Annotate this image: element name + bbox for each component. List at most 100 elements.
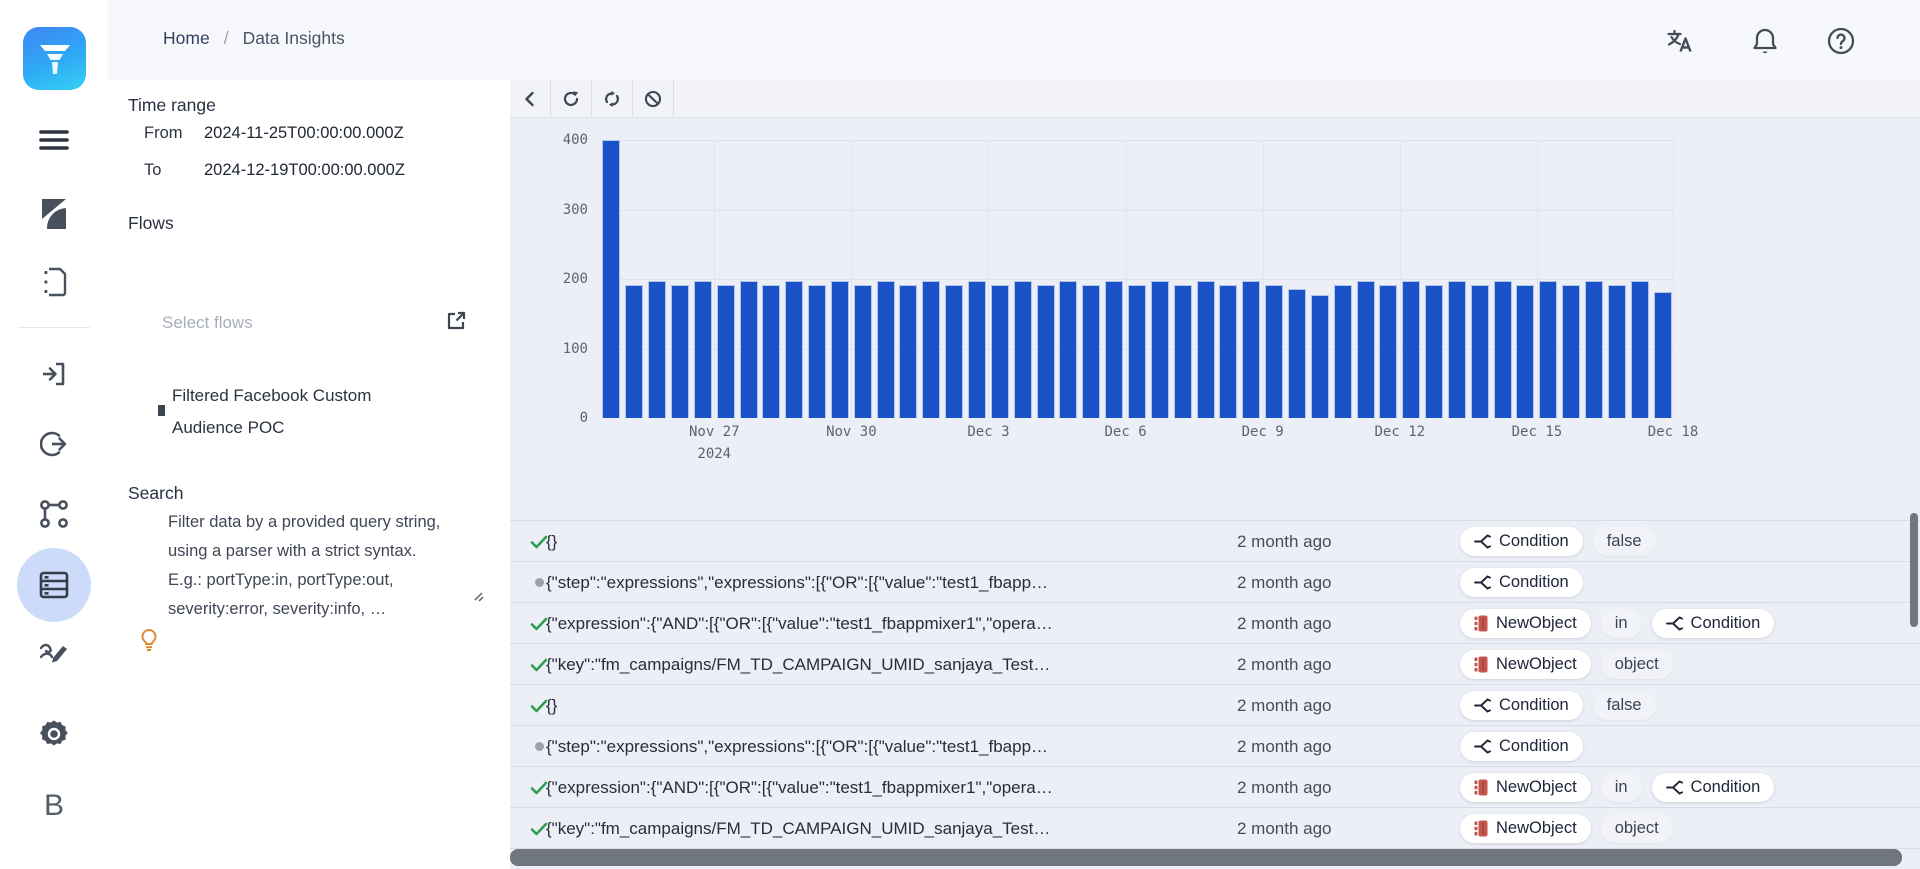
resize-grip-icon[interactable] — [470, 588, 486, 604]
badge-newobject[interactable]: NewObject — [1460, 773, 1591, 802]
chart-bar[interactable] — [785, 281, 803, 418]
table-row[interactable]: {"expression":{"AND":[{"OR":[{"value":"t… — [510, 767, 1920, 808]
translate-icon[interactable] — [1665, 26, 1695, 56]
settings-icon[interactable] — [0, 712, 108, 756]
select-flows-input[interactable]: Select flows — [162, 313, 253, 333]
vertical-scrollbar-thumb[interactable] — [1910, 513, 1918, 627]
annotate-icon[interactable] — [0, 632, 108, 676]
table-row[interactable]: {"key":"fm_campaigns/FM_TD_CAMPAIGN_UMID… — [510, 808, 1920, 849]
refresh-button[interactable] — [551, 80, 592, 118]
chart-bar[interactable] — [717, 285, 735, 418]
badge-object[interactable]: object — [1601, 814, 1673, 843]
login-icon[interactable] — [0, 352, 108, 396]
chart-bar[interactable] — [602, 140, 620, 418]
chart-bar[interactable] — [1059, 281, 1077, 418]
notifications-icon[interactable] — [1750, 26, 1780, 56]
chart-bar[interactable] — [1219, 285, 1237, 418]
badge-label: Condition — [1499, 573, 1569, 592]
badge-condition[interactable]: Condition — [1460, 568, 1583, 597]
chart-bar[interactable] — [1448, 281, 1466, 418]
logout-icon[interactable] — [0, 422, 108, 466]
from-value[interactable]: 2024-11-25T00:00:00.000Z — [204, 124, 404, 143]
badge-condition[interactable]: Condition — [1460, 732, 1583, 761]
to-value[interactable]: 2024-12-19T00:00:00.000Z — [204, 161, 405, 180]
chart-bar[interactable] — [1334, 285, 1352, 418]
table-row[interactable]: {"key":"fm_campaigns/FM_TD_CAMPAIGN_UMID… — [510, 644, 1920, 685]
badge-newobject[interactable]: NewObject — [1460, 650, 1591, 679]
kibana-icon[interactable] — [0, 192, 108, 236]
chart-bar[interactable] — [1311, 295, 1329, 418]
table-row[interactable]: {}2 month agoConditionfalse — [510, 685, 1920, 726]
chart-bar[interactable] — [1105, 281, 1123, 418]
chart-bar[interactable] — [899, 285, 917, 418]
chart-bar[interactable] — [1539, 281, 1557, 418]
chart-bar[interactable] — [740, 281, 758, 418]
chart-bar[interactable] — [671, 285, 689, 418]
badge-newobject[interactable]: NewObject — [1460, 609, 1591, 638]
chart-bar[interactable] — [648, 281, 666, 418]
sidebar-bottom-label[interactable]: B — [0, 784, 108, 828]
badge-condition[interactable]: Condition — [1652, 773, 1775, 802]
chart-bar[interactable] — [1608, 285, 1626, 418]
chart-bar[interactable] — [1357, 281, 1375, 418]
badge-in[interactable]: in — [1601, 609, 1642, 638]
badge-condition[interactable]: Condition — [1652, 609, 1775, 638]
chart-bar[interactable] — [1288, 289, 1306, 418]
chart-bar[interactable] — [1082, 285, 1100, 418]
table-row[interactable]: {"step":"expressions","expressions":[{"O… — [510, 562, 1920, 603]
chart-bar[interactable] — [1402, 281, 1420, 418]
table-row[interactable]: {}2 month agoConditionfalse — [510, 521, 1920, 562]
chart-bar[interactable] — [1174, 285, 1192, 418]
chart-bar[interactable] — [1128, 285, 1146, 418]
chart-bar[interactable] — [1654, 292, 1672, 418]
badge-condition[interactable]: Condition — [1460, 691, 1583, 720]
chart-bar[interactable] — [1516, 285, 1534, 418]
data-table-icon[interactable] — [0, 563, 108, 607]
table-row[interactable]: {"step":"expressions","expressions":[{"O… — [510, 726, 1920, 767]
badge-condition[interactable]: Condition — [1460, 527, 1583, 556]
menu-icon[interactable] — [0, 118, 108, 162]
horizontal-scrollbar-thumb[interactable] — [510, 849, 1902, 866]
chart-bar[interactable] — [1379, 285, 1397, 418]
chart-bar[interactable] — [968, 281, 986, 418]
horizontal-scrollbar-track[interactable] — [510, 849, 1920, 866]
chart-bar[interactable] — [694, 281, 712, 418]
badge-object[interactable]: object — [1601, 650, 1673, 679]
open-flows-external-icon[interactable] — [446, 310, 467, 331]
chart-bar[interactable] — [1425, 285, 1443, 418]
chart-bar[interactable] — [1631, 281, 1649, 418]
chart-bar[interactable] — [854, 285, 872, 418]
chart-bar[interactable] — [1494, 281, 1512, 418]
document-icon[interactable] — [0, 260, 108, 304]
badge-in[interactable]: in — [1601, 773, 1642, 802]
app-logo[interactable] — [23, 27, 86, 90]
chart-bar[interactable] — [945, 285, 963, 418]
chart-bar[interactable] — [1265, 285, 1283, 418]
back-button[interactable] — [510, 80, 551, 118]
chart-bar[interactable] — [991, 285, 1009, 418]
chart-bar[interactable] — [1585, 281, 1603, 418]
chart-bar[interactable] — [625, 285, 643, 418]
chart-bar[interactable] — [1014, 281, 1032, 418]
badge-false[interactable]: false — [1593, 691, 1656, 720]
disable-button[interactable] — [633, 80, 674, 118]
chart-bar[interactable] — [1151, 281, 1169, 418]
chart-bar[interactable] — [1242, 281, 1260, 418]
breadcrumb-home-link[interactable]: Home — [163, 28, 210, 49]
chart-bar[interactable] — [1037, 285, 1055, 418]
chart-bar[interactable] — [831, 281, 849, 418]
chart-bar[interactable] — [1562, 285, 1580, 418]
table-row[interactable]: {"expression":{"AND":[{"OR":[{"value":"t… — [510, 603, 1920, 644]
topology-icon[interactable] — [0, 492, 108, 536]
chart-bar[interactable] — [762, 285, 780, 418]
chart-bar[interactable] — [922, 281, 940, 418]
chart-bar[interactable] — [1197, 281, 1215, 418]
chart-bar[interactable] — [808, 285, 826, 418]
help-icon[interactable] — [1826, 26, 1856, 56]
sync-button[interactable] — [592, 80, 633, 118]
badge-newobject[interactable]: NewObject — [1460, 814, 1591, 843]
chart-bar[interactable] — [1471, 285, 1489, 418]
chart-bar[interactable] — [877, 281, 895, 418]
badge-false[interactable]: false — [1593, 527, 1656, 556]
selected-flow-item[interactable]: Filtered Facebook Custom Audience POC — [172, 380, 442, 444]
